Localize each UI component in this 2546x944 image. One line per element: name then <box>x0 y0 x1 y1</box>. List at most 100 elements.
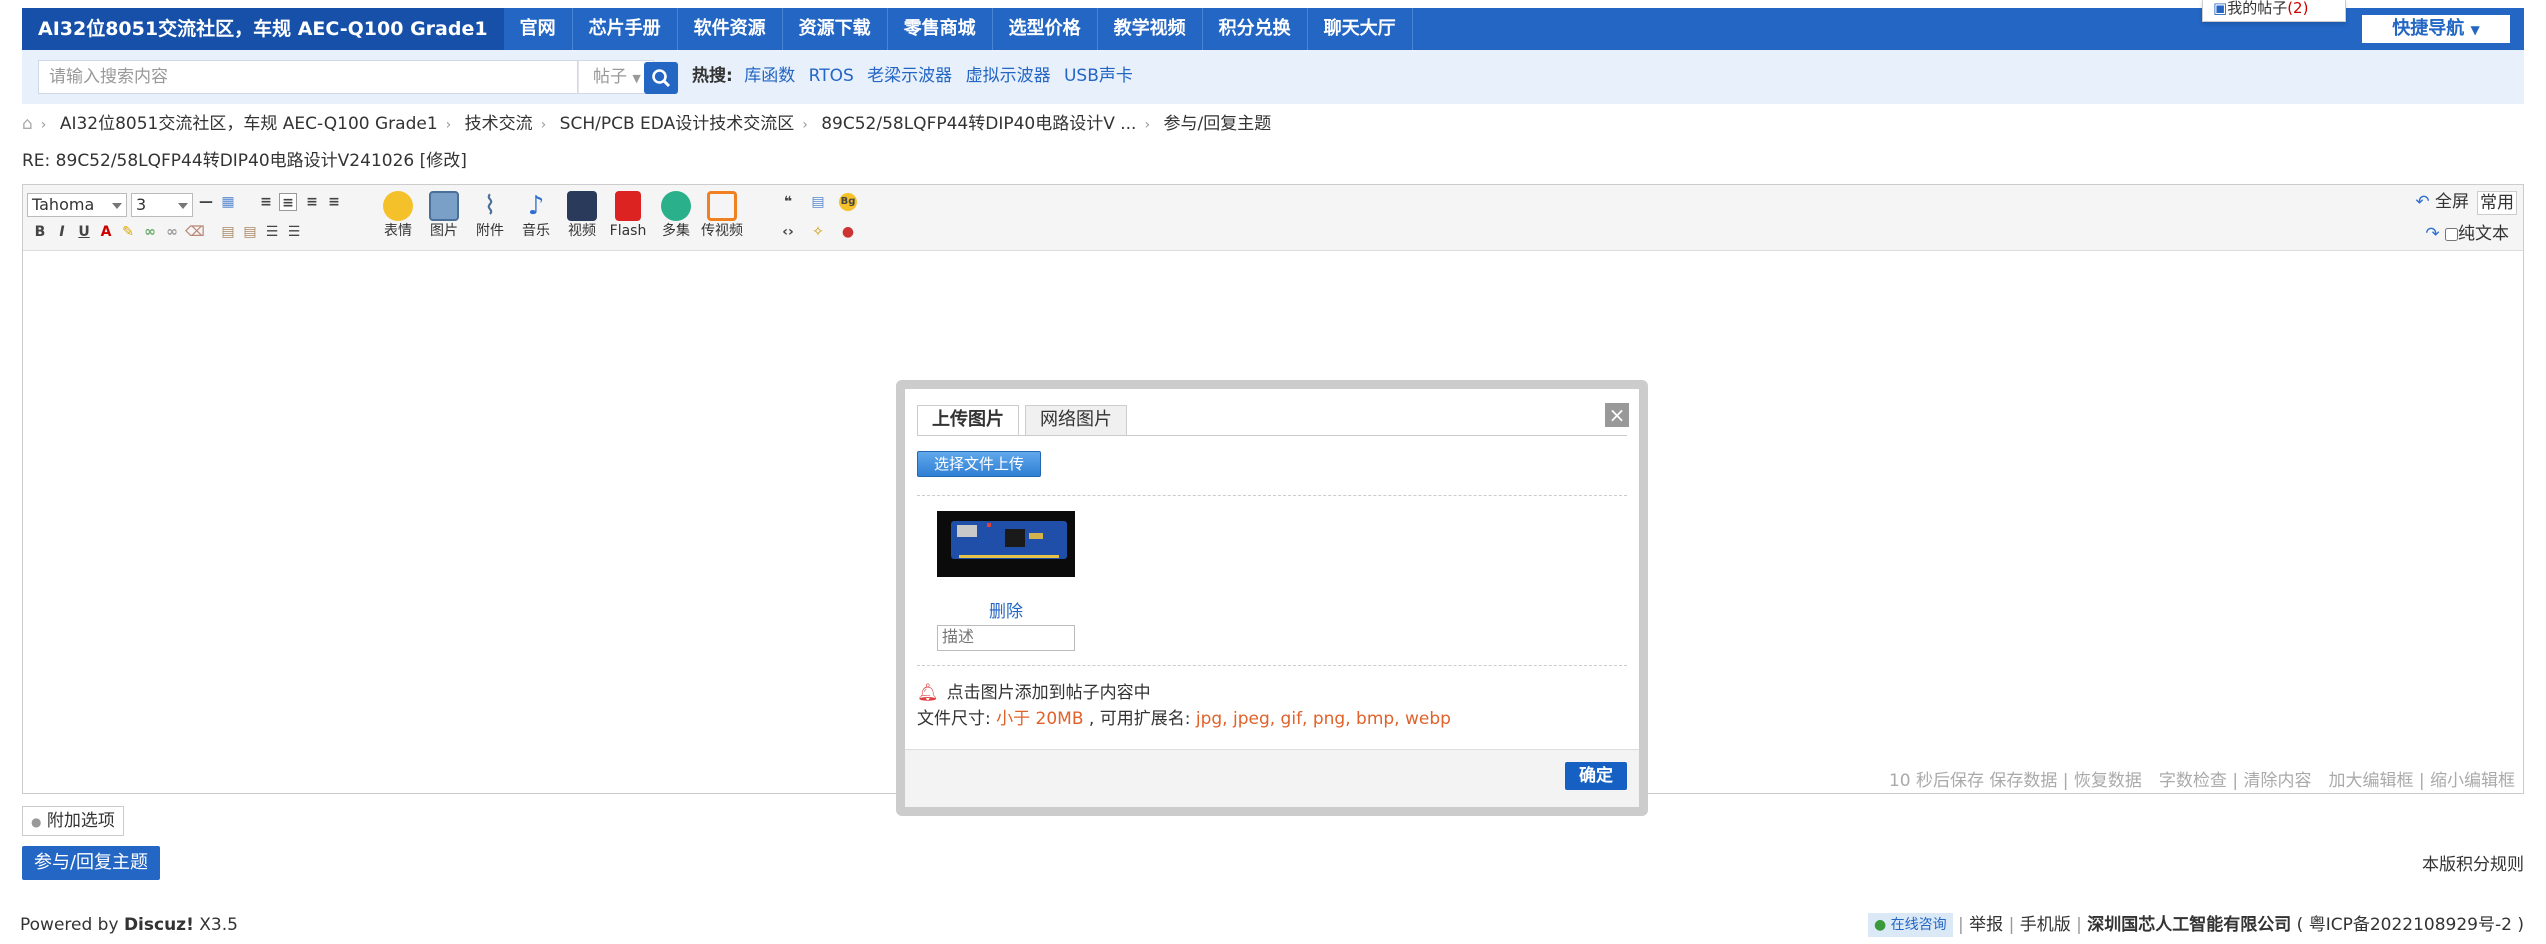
mobile-link[interactable]: 手机版 <box>2020 915 2071 935</box>
hide-icon[interactable]: ✧ <box>809 223 827 241</box>
breadcrumb-item[interactable]: AI32位8051交流社区，车规 AEC-Q100 Grade1 <box>60 114 438 134</box>
nav-videos[interactable]: 教学视频 <box>1098 8 1203 50</box>
fullscreen-toggle[interactable]: ↶ 全屏 <box>2415 191 2469 213</box>
nav-downloads[interactable]: 资源下载 <box>783 8 888 50</box>
align-left-icon[interactable]: ≡ <box>257 193 275 211</box>
plaintext-checkbox[interactable] <box>2445 227 2458 241</box>
qq-icon[interactable]: ● <box>839 223 857 241</box>
search-button[interactable] <box>644 62 678 94</box>
bold-icon[interactable]: B <box>31 223 49 241</box>
clear-format-icon[interactable]: ⌫ <box>185 223 205 241</box>
file-size-info: 文件尺寸: 小于 20MB , 可用扩展名: jpg, jpeg, gif, p… <box>917 707 1451 731</box>
filesize-label: 文件尺寸: <box>917 709 991 729</box>
code-block-icon[interactable]: ▤ <box>241 223 259 241</box>
attach-tool[interactable]: ⌇ 附件 <box>469 191 511 240</box>
company-link[interactable]: 深圳国芯人工智能有限公司 <box>2087 915 2291 935</box>
code-icon[interactable]: ‹› <box>779 223 797 241</box>
bgcolor-icon[interactable]: Bg <box>839 193 857 211</box>
hot-item[interactable]: RTOS <box>809 66 854 86</box>
discuz-version: X3.5 <box>199 915 238 935</box>
insert-tip: 🔔︎ 点击图片添加到帖子内容中 <box>917 681 1151 705</box>
align-right-icon[interactable]: ≡ <box>303 193 321 211</box>
font-select[interactable]: Tahoma <box>27 193 127 217</box>
horizontal-rule-icon[interactable]: — <box>197 193 215 211</box>
plaintext-label: 纯文本 <box>2458 224 2509 244</box>
hot-item[interactable]: 老梁示波器 <box>867 66 952 86</box>
hot-item[interactable]: USB声卡 <box>1064 66 1133 86</box>
italic-icon[interactable]: I <box>53 223 71 241</box>
quote-icon[interactable]: ❝ <box>779 193 797 211</box>
home-icon[interactable]: ⌂ <box>22 114 33 134</box>
nav-chip-manual[interactable]: 芯片手册 <box>573 8 678 50</box>
font-size-select[interactable]: 3 <box>131 193 193 217</box>
hot-item[interactable]: 库函数 <box>744 66 795 86</box>
quote-block-icon[interactable]: ▤ <box>219 223 237 241</box>
image-tool[interactable]: 图片 <box>423 191 465 240</box>
reply-button[interactable]: 参与/回复主题 <box>22 846 160 880</box>
unordered-list-icon[interactable]: ☰ <box>285 223 303 241</box>
delete-image-link[interactable]: 删除 <box>989 597 1023 622</box>
breadcrumb-item[interactable]: SCH/PCB EDA设计技术交流区 <box>560 114 795 134</box>
nav-points[interactable]: 积分兑换 <box>1203 8 1308 50</box>
flash-tool[interactable]: Flash <box>607 191 649 240</box>
tab-upload-image[interactable]: 上传图片 <box>917 405 1019 436</box>
nav-chat[interactable]: 聊天大厅 <box>1308 8 1413 50</box>
nav-pricing[interactable]: 选型价格 <box>993 8 1098 50</box>
forward-arrow-icon: ↷ <box>2425 224 2440 244</box>
page-icon[interactable]: ▤ <box>809 193 827 211</box>
editor-status-bar[interactable]: 10 秒后保存 保存数据 | 恢复数据 字数检查 | 清除内容 加大编辑框 | … <box>1889 769 2515 793</box>
back-arrow-icon: ↶ <box>2415 192 2430 212</box>
breadcrumb-item[interactable]: 技术交流 <box>465 114 533 134</box>
image-upload-dialog: 上传图片 网络图片 × 选择文件上传 删除 🔔︎ 点击图片添加到帖子内容中 文件尺… <box>896 380 1648 816</box>
nav-official[interactable]: 官网 <box>504 8 573 50</box>
quick-nav-button[interactable]: 快捷导航 ▼ <box>2362 15 2510 43</box>
underline-icon[interactable]: U <box>75 223 93 241</box>
music-tool[interactable]: ♪ 音乐 <box>515 191 557 240</box>
common-label: 常用 <box>2480 193 2514 213</box>
nav-software[interactable]: 软件资源 <box>678 8 783 50</box>
tab-web-image[interactable]: 网络图片 <box>1025 405 1127 435</box>
bullet-icon: ● <box>31 815 42 829</box>
emoji-tool[interactable]: 表情 <box>377 191 419 240</box>
table-icon[interactable]: ▦ <box>219 193 237 211</box>
icp-link[interactable]: ( 粤ICP备2022108929号-2 ) <box>2297 915 2524 935</box>
discuz-link[interactable]: Discuz! <box>124 915 194 935</box>
hot-item[interactable]: 虚拟示波器 <box>966 66 1051 86</box>
video-tool[interactable]: 视频 <box>561 191 603 240</box>
online-consult-button[interactable]: ● 在线咨询 <box>1867 913 1953 937</box>
credit-rules-link[interactable]: 本版积分规则 <box>2422 850 2524 875</box>
upload-video-label: 传视频 <box>701 223 743 239</box>
video-label: 视频 <box>568 223 596 239</box>
common-button[interactable]: 常用 <box>2477 191 2517 215</box>
upload-video-tool[interactable]: 传视频 <box>701 191 743 240</box>
ordered-list-icon[interactable]: ☰ <box>263 223 281 241</box>
image-description-input[interactable] <box>937 625 1075 651</box>
brand-link[interactable]: AI32位8051交流社区，车规 AEC-Q100 Grade1 <box>22 8 504 50</box>
powered-prefix: Powered by <box>20 915 119 935</box>
film-icon <box>567 191 597 221</box>
report-link[interactable]: 举报 <box>1969 915 2003 935</box>
uploaded-image-thumbnail[interactable] <box>937 511 1075 577</box>
choose-file-button[interactable]: 选择文件上传 <box>917 451 1041 477</box>
nav-shop[interactable]: 零售商城 <box>888 8 993 50</box>
confirm-button[interactable]: 确定 <box>1565 762 1627 790</box>
align-center-icon[interactable]: ≡ <box>279 193 297 211</box>
fullscreen-label: 全屏 <box>2435 192 2469 212</box>
highlight-icon[interactable]: ✎ <box>119 223 137 241</box>
font-color-icon[interactable]: A <box>97 223 115 241</box>
close-icon[interactable]: × <box>1605 403 1629 427</box>
unlink-icon[interactable]: ∞ <box>163 223 181 241</box>
breadcrumb-item[interactable]: 89C52/58LQFP44转DIP40电路设计V ... <box>821 114 1136 134</box>
my-posts-menu[interactable]: ▣我的帖子(2) <box>2202 0 2346 22</box>
justify-icon[interactable]: ≡ <box>325 193 343 211</box>
music-label: 音乐 <box>522 223 550 239</box>
attach-options-toggle[interactable]: ● 附加选项 <box>22 806 124 836</box>
multi-tool[interactable]: 多集 <box>655 191 697 240</box>
dialog-tabs: 上传图片 网络图片 <box>917 405 1133 436</box>
chat-icon: ● <box>1873 917 1887 933</box>
link-icon[interactable]: ∞ <box>141 223 159 241</box>
powered-by: Powered by Discuz! X3.5 <box>20 915 238 935</box>
search-type-select[interactable]: 帖子 ▼ <box>578 60 654 94</box>
search-input[interactable]: 请输入搜索内容 <box>38 60 578 94</box>
plaintext-toggle[interactable]: ↷ 纯文本 <box>2425 223 2509 245</box>
